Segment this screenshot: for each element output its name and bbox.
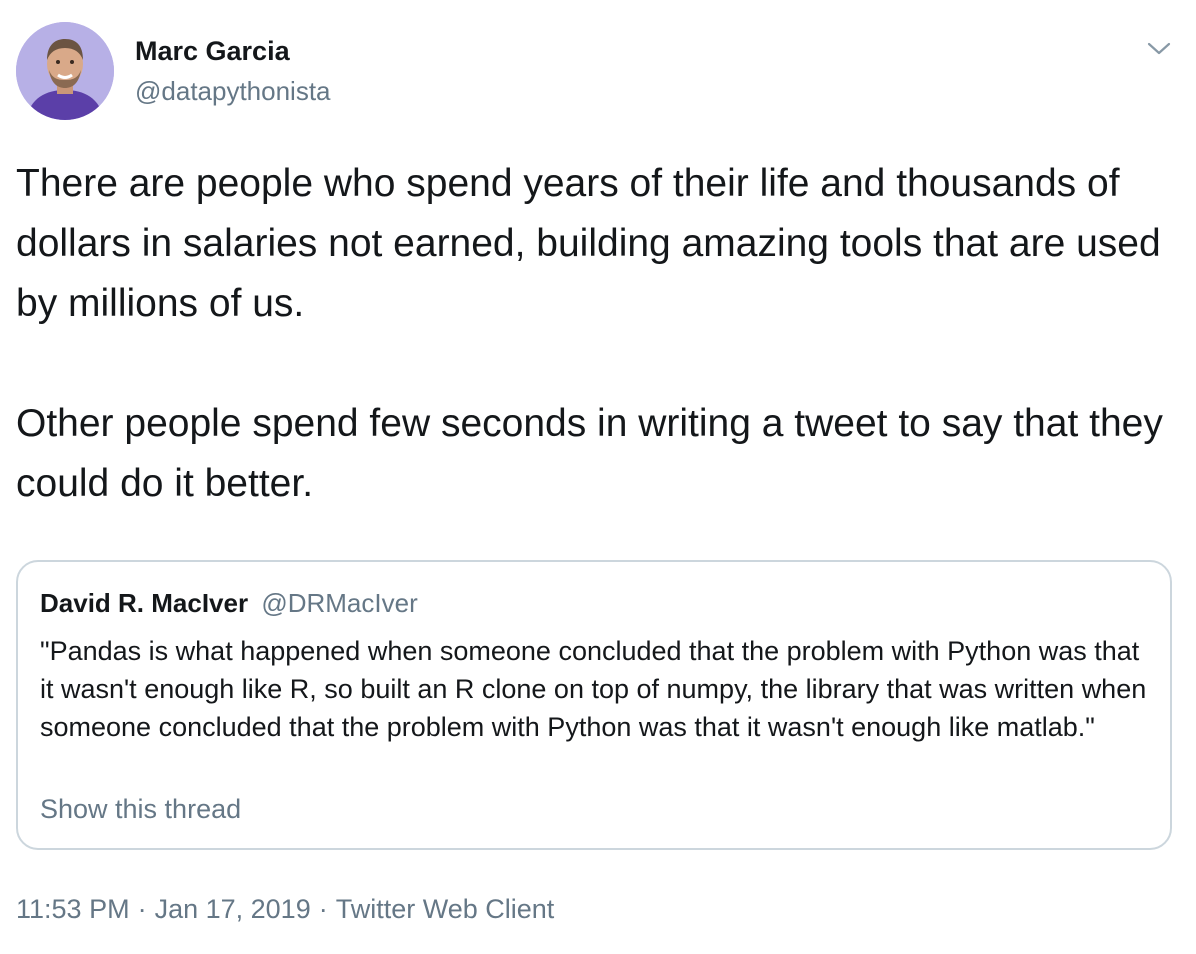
meta-separator: · — [137, 894, 147, 924]
tweet-meta: 11:53 PM · Jan 17, 2019 · Twitter Web Client — [16, 894, 554, 925]
tweet-paragraph: Other people spend few seconds in writin… — [16, 402, 1163, 505]
author-handle[interactable]: @datapythonista — [135, 76, 331, 107]
tweet-time[interactable]: 11:53 PM — [16, 894, 130, 924]
avatar-portrait — [16, 22, 114, 120]
quoted-author-handle: @DRMacIver — [261, 588, 418, 618]
tweet-menu-button[interactable] — [1144, 36, 1174, 62]
quoted-author-name: David R. MacIver — [40, 588, 249, 618]
tweet-text: There are people who spend years of thei… — [16, 154, 1176, 514]
author-name[interactable]: Marc Garcia — [135, 36, 290, 67]
show-thread-link[interactable]: Show this thread — [40, 794, 241, 825]
quoted-tweet[interactable]: David R. MacIver @DRMacIver "Pandas is w… — [16, 560, 1172, 850]
tweet-date[interactable]: Jan 17, 2019 — [155, 894, 311, 924]
avatar[interactable] — [16, 22, 114, 120]
tweet: Marc Garcia @datapythonista There are pe… — [0, 0, 1196, 954]
tweet-client[interactable]: Twitter Web Client — [336, 894, 555, 924]
tweet-paragraph: There are people who spend years of thei… — [16, 162, 1161, 325]
quoted-tweet-header: David R. MacIver @DRMacIver — [40, 588, 418, 619]
chevron-down-icon — [1147, 42, 1171, 55]
quoted-tweet-text: "Pandas is what happened when someone co… — [40, 636, 1147, 742]
meta-separator: · — [318, 894, 328, 924]
